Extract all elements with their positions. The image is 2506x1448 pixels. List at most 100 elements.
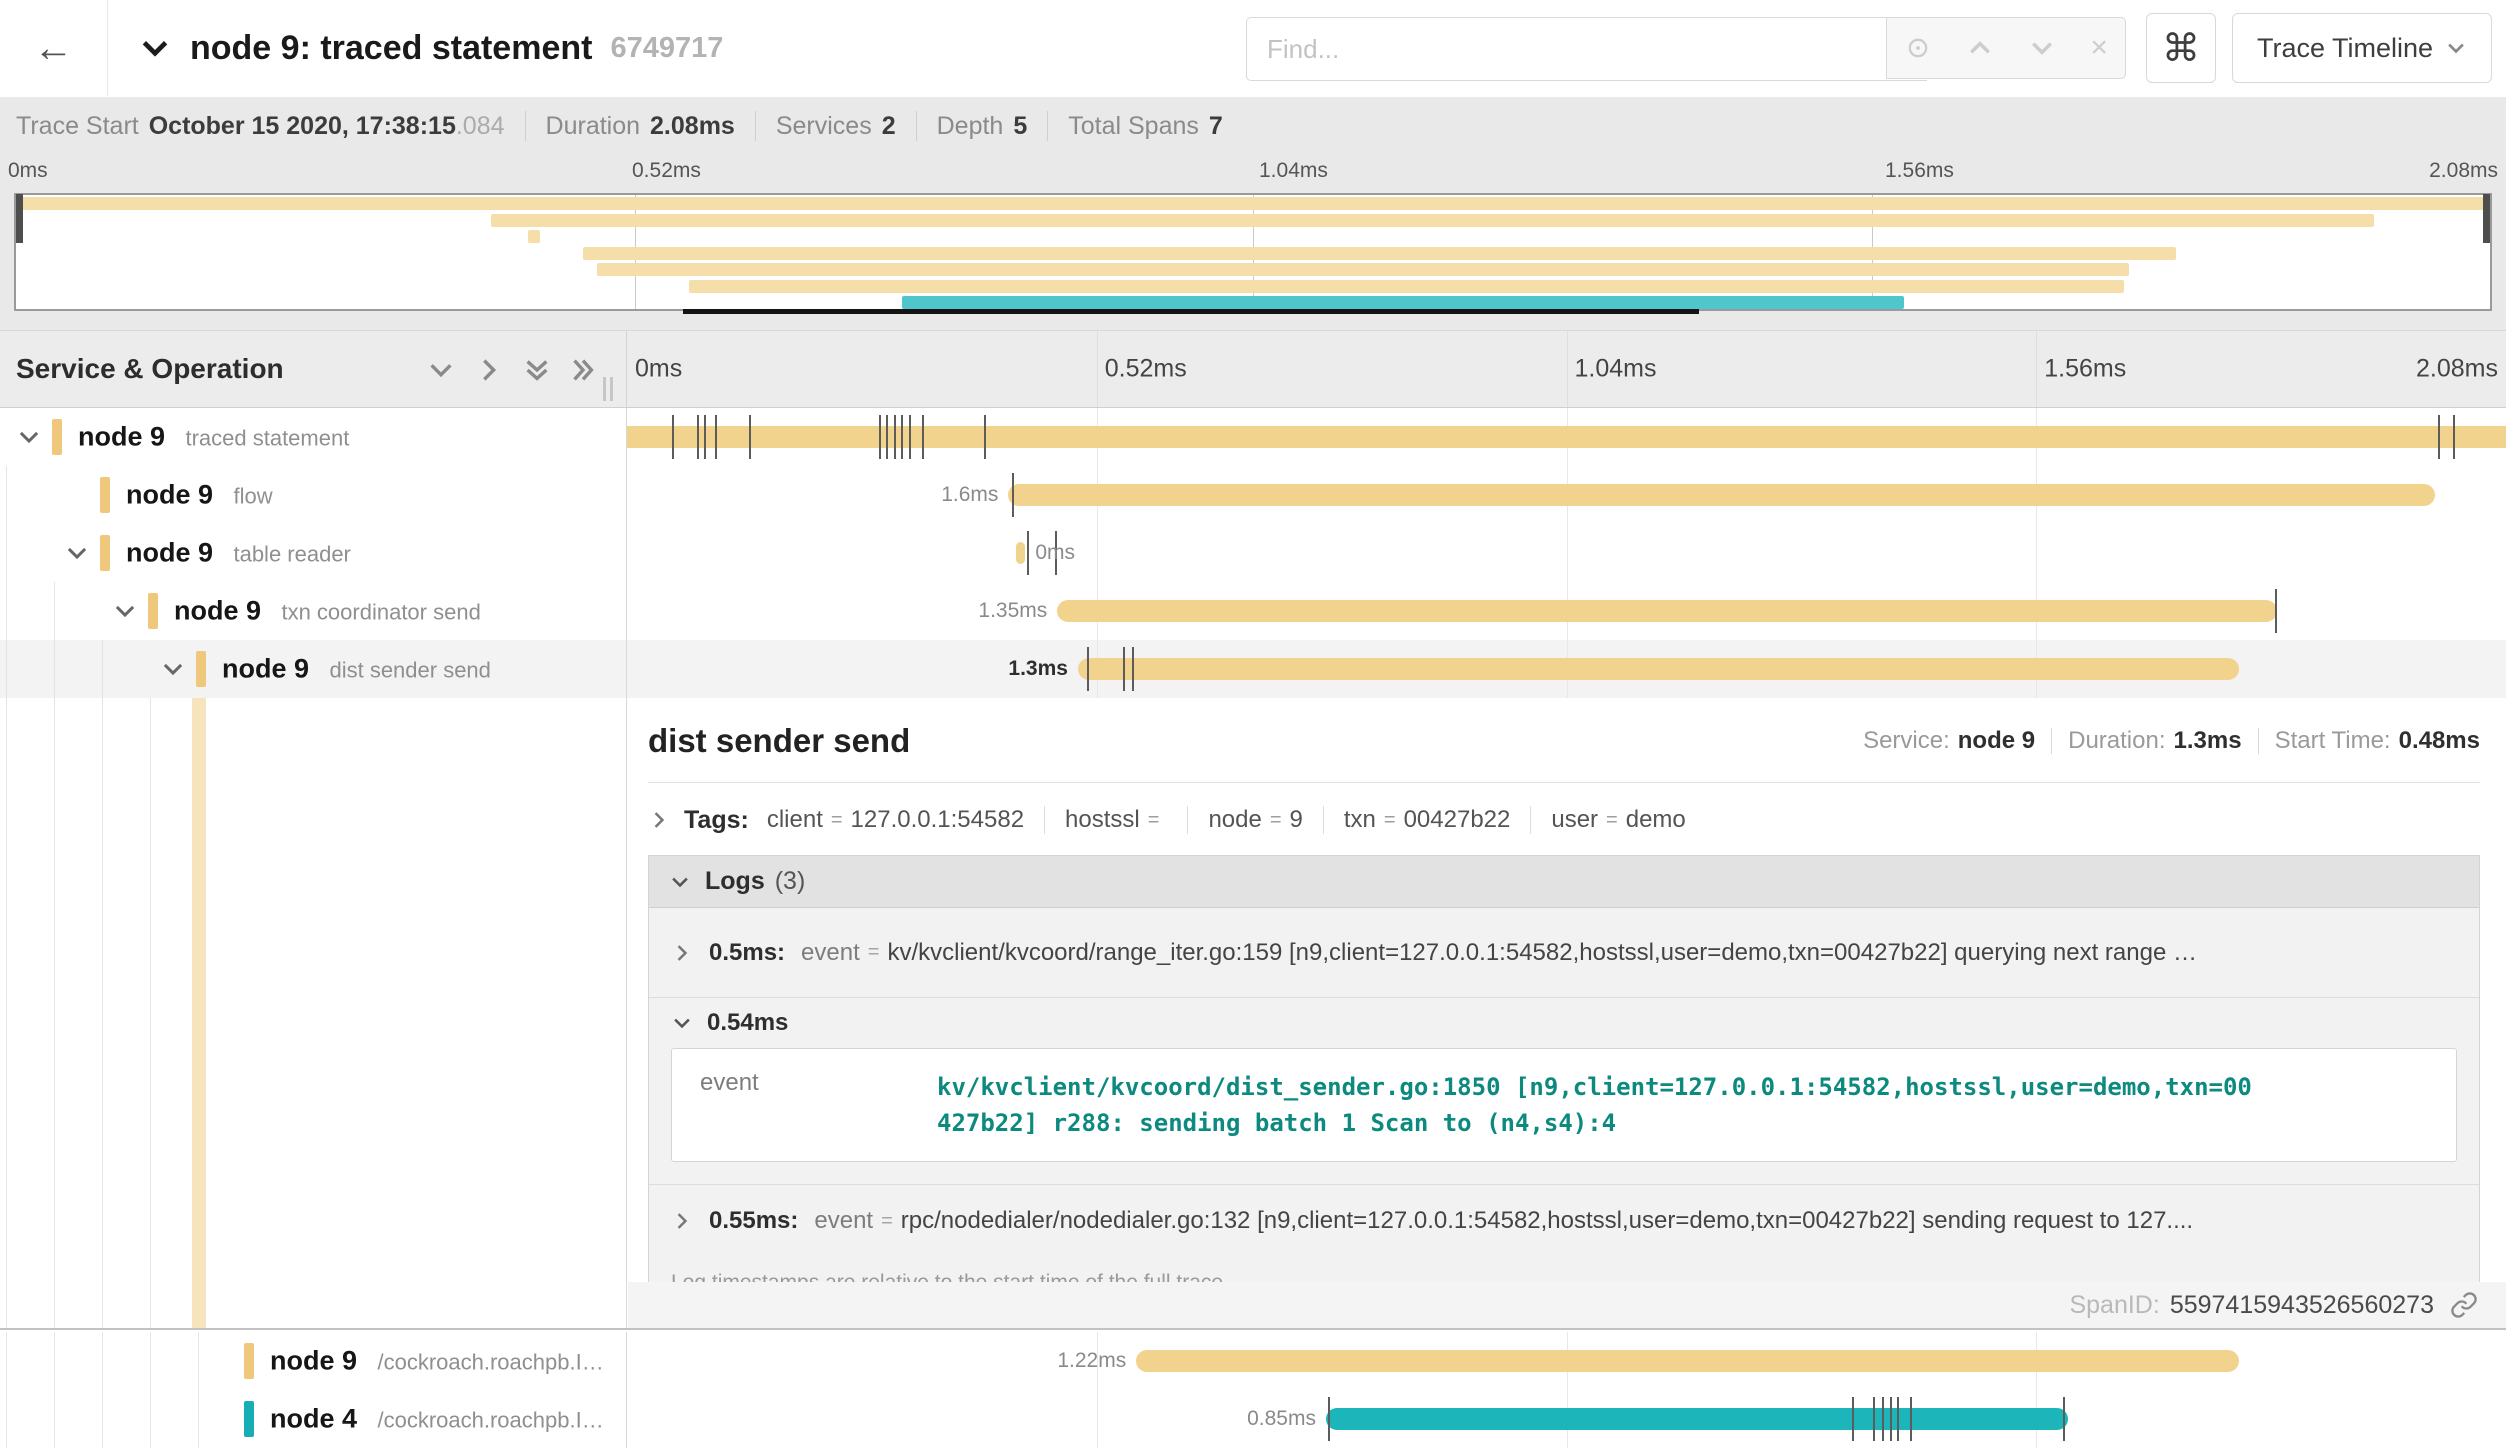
collapse-chevron-icon[interactable] <box>16 424 42 450</box>
tree-guide <box>54 1332 55 1390</box>
minimap-scrubber-handle-left[interactable] <box>16 194 23 243</box>
span-bar[interactable] <box>1016 542 1025 564</box>
tag-item: node = 9 <box>1208 806 1302 834</box>
next-result-chevron-down-icon[interactable] <box>2028 34 2056 62</box>
span-timeline-cell: 1.22ms <box>627 1332 2506 1390</box>
log-value: rpc/nodedialer/nodedialer.go:132 [n9,cli… <box>901 1207 2193 1235</box>
collapse-chevron-icon[interactable] <box>64 540 90 566</box>
expand-one-chevron-right-icon[interactable] <box>468 349 510 391</box>
depth-value: 5 <box>1013 112 1027 141</box>
page-title: node 9: traced statement <box>190 29 592 68</box>
log-accordion-header[interactable]: 0.54ms <box>671 998 2457 1048</box>
tree-guide <box>102 1332 103 1390</box>
span-timeline-cell: 1.35ms <box>627 582 2506 640</box>
expand-all-double-chevron-right-icon[interactable] <box>562 349 604 391</box>
log-key: event <box>801 939 860 967</box>
divider <box>525 111 526 141</box>
duration-value: 1.3ms <box>2174 727 2242 755</box>
span-bar[interactable] <box>1008 484 2434 506</box>
prev-result-chevron-up-icon[interactable] <box>1966 34 1994 62</box>
back-button[interactable]: ← <box>0 0 108 96</box>
service-name: node 9 <box>126 538 213 568</box>
tags-accordion[interactable]: Tags: client = 127.0.0.1:54582 hostssl =… <box>648 797 2480 843</box>
span-id-row: SpanID: 5597415943526560273 <box>628 1282 2506 1328</box>
span-row-selected: node 9 dist sender send 1.3ms <box>0 640 2506 698</box>
span-name-cell[interactable]: node 9 traced statement <box>0 408 627 466</box>
span-id-value: 5597415943526560273 <box>2170 1291 2434 1320</box>
span-bar[interactable] <box>1136 1350 2239 1372</box>
minimap[interactable] <box>14 193 2492 311</box>
divider <box>648 782 2480 783</box>
command-icon: ⌘ <box>2162 26 2200 71</box>
span-name-cell[interactable]: node 9 /cockroach.roachpb.I… <box>0 1332 627 1390</box>
collapse-chevron-icon[interactable] <box>112 598 138 624</box>
span-bar[interactable] <box>1078 658 2239 680</box>
span-bar[interactable] <box>627 426 2506 448</box>
service-name: node 9 <box>126 480 213 510</box>
operation-name: /cockroach.roachpb.I… <box>377 1350 603 1375</box>
chevron-down-icon <box>669 871 691 893</box>
collapse-all-double-chevron-down-icon[interactable] <box>516 349 558 391</box>
tree-guide <box>54 582 55 640</box>
axis-tick: 0ms <box>8 159 48 183</box>
tree-guide <box>54 640 55 698</box>
span-name-cell[interactable]: node 4 /cockroach.roachpb.I… <box>0 1390 627 1448</box>
trace-view-select[interactable]: Trace Timeline <box>2232 13 2492 83</box>
span-row: node 9 flow 1.6ms <box>0 466 2506 524</box>
start-time-value: 0.48ms <box>2399 727 2480 755</box>
tree-guide <box>6 1332 7 1390</box>
span-name-cell[interactable]: node 9 flow <box>0 466 627 524</box>
chevron-down-icon <box>2445 37 2467 59</box>
span-timeline-cell: 0.85ms <box>627 1390 2506 1448</box>
logs-count: (3) <box>775 867 806 896</box>
log-entry-expanded: 0.54ms event kv/kvclient/kvcoord/dist_se… <box>649 998 2479 1185</box>
tree-guide <box>6 698 7 1328</box>
span-detail-indent <box>0 698 627 1328</box>
span-name: node 4 /cockroach.roachpb.I… <box>270 1404 604 1435</box>
divider <box>2258 728 2259 754</box>
operation-name: /cockroach.roachpb.I… <box>377 1408 603 1433</box>
axis-tick: 1.56ms <box>1885 159 1954 183</box>
deep-link-icon[interactable] <box>2450 1291 2478 1319</box>
log-entry[interactable]: 0.5ms: event = kv/kvclient/kvcoord/range… <box>649 908 2479 998</box>
back-arrow-icon: ← <box>34 26 74 70</box>
span-name-cell[interactable]: node 9 table reader <box>0 524 627 582</box>
timeline-axis: 0ms 0.52ms 1.04ms 1.56ms 2.08ms <box>627 331 2506 407</box>
keyboard-shortcuts-button[interactable]: ⌘ <box>2146 13 2216 83</box>
span-name-cell[interactable]: node 9 dist sender send <box>0 640 627 698</box>
locate-icon[interactable] <box>1904 34 1932 62</box>
axis-tick: 0.52ms <box>632 159 701 183</box>
log-value: kv/kvclient/kvcoord/dist_sender.go:1850 … <box>937 1069 2257 1141</box>
span-duration-label: 0ms <box>1035 541 1075 565</box>
span-duration-label: 1.22ms <box>1057 1349 1126 1373</box>
column-resizer[interactable] <box>603 377 617 401</box>
span-timeline-cell: 0ms <box>627 524 2506 582</box>
span-name: node 9 dist sender send <box>222 654 491 685</box>
minimap-scrubber-handle-right[interactable] <box>2483 194 2490 243</box>
minimap-view-range <box>14 309 2492 314</box>
axis-tick: 2.08ms <box>2416 355 2498 384</box>
span-timeline-cell: 1.6ms <box>627 466 2506 524</box>
service-name: node 9 <box>270 1346 357 1376</box>
trace-start-value: October 15 2020, 17:38:15 <box>149 112 456 141</box>
span-row: node 9 /cockroach.roachpb.I… 1.22ms <box>0 1332 2506 1390</box>
collapse-chevron-icon[interactable] <box>160 656 186 682</box>
span-name-cell[interactable]: node 9 txn coordinator send <box>0 582 627 640</box>
operation-name: txn coordinator send <box>281 600 480 625</box>
logs-accordion-header[interactable]: Logs (3) <box>649 856 2479 908</box>
span-bar[interactable] <box>1326 1408 2068 1430</box>
duration-label: Duration <box>546 112 641 141</box>
minimap-view-range-line[interactable] <box>683 309 1699 314</box>
log-entry[interactable]: 0.55ms: event = rpc/nodedialer/nodediale… <box>649 1185 2479 1257</box>
divider <box>2051 728 2052 754</box>
trace-collapse-chevron-icon[interactable] <box>138 31 172 65</box>
span-duration-label: 1.3ms <box>1008 657 1068 681</box>
log-kv-table: event kv/kvclient/kvcoord/dist_sender.go… <box>671 1048 2457 1162</box>
find-input[interactable] <box>1246 17 1927 81</box>
axis-tick: 1.56ms <box>2044 355 2126 384</box>
divider <box>1047 111 1048 141</box>
tree-guide <box>150 1332 151 1390</box>
collapse-one-chevron-down-icon[interactable] <box>420 349 462 391</box>
span-bar[interactable] <box>1057 600 2276 622</box>
clear-search-close-icon[interactable]: × <box>2090 31 2108 65</box>
